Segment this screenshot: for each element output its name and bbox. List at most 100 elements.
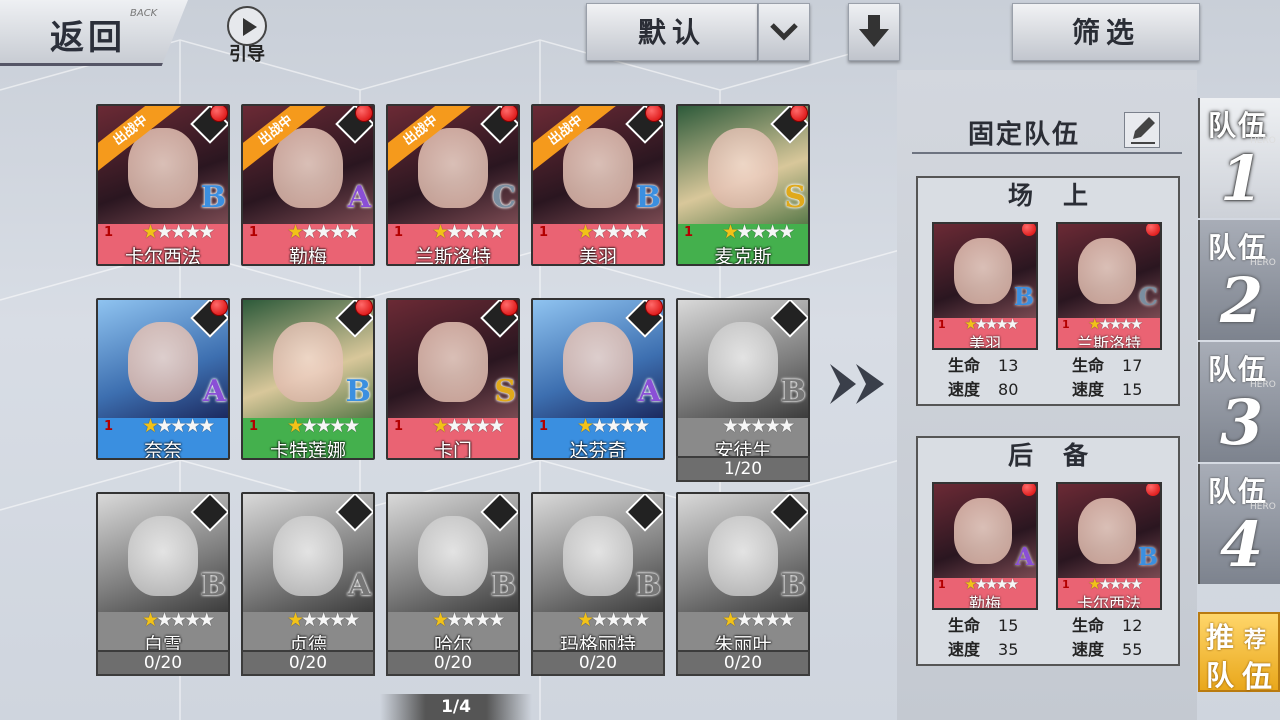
hero-face	[418, 516, 488, 596]
fragment-counter: 0/20	[531, 650, 665, 676]
hero-face	[1078, 238, 1136, 304]
hp-stat: 生命 12	[1072, 612, 1142, 636]
hero-card[interactable]: B ★★★★★ 安徒生	[676, 298, 810, 460]
hero-level: 1	[684, 225, 694, 240]
team-member-card[interactable]: B 1 ★★★★★ 卡尔西法	[1056, 482, 1162, 610]
recommend-char-2: 荐	[1244, 628, 1267, 653]
recommend-char-3: 队	[1206, 659, 1235, 692]
sort-order-button[interactable]	[848, 3, 900, 61]
hero-name: 奈奈	[143, 440, 182, 460]
hero-card[interactable]: 出战中 A 1 ★★★★★ 勒梅	[241, 104, 375, 266]
hero-card[interactable]: B ★★★★★ 白雪	[96, 492, 230, 654]
hero-info: 1 ★★★★★ 卡特莲娜	[243, 415, 373, 460]
star-rating: ★★★★★	[577, 415, 650, 437]
hero-card[interactable]: A 1 ★★★★★ 奈奈	[96, 298, 230, 460]
hero-name: 美羽	[578, 246, 617, 266]
notification-dot-icon	[645, 300, 663, 316]
hero-card[interactable]: B ★★★★★ 玛格丽特	[531, 492, 665, 654]
hero-face	[708, 128, 778, 208]
star-rating: ★★★★★	[142, 609, 215, 631]
hero-face	[273, 128, 343, 208]
speed-stat: 速度 55	[1072, 636, 1142, 660]
hp-stat: 生命 13	[948, 352, 1018, 376]
sort-dropdown-toggle[interactable]	[758, 3, 810, 61]
rank-badge: S	[784, 180, 806, 215]
hero-level: 1	[539, 225, 549, 240]
hero-info: 1 ★★★★★ 卡尔西法	[1058, 575, 1160, 610]
tab-team-3[interactable]: 队伍 HERO 3	[1198, 342, 1280, 462]
notification-dot-icon	[355, 300, 373, 316]
hero-card[interactable]: A ★★★★★ 贞德	[241, 492, 375, 654]
speed-stat: 速度 80	[948, 376, 1018, 400]
hero-card[interactable]: 出战中 B 1 ★★★★★ 美羽	[531, 104, 665, 266]
guide-button[interactable]: 引导	[222, 6, 272, 65]
hero-info: ★★★★★ 朱丽叶	[678, 609, 808, 652]
speed-label: 速度	[1072, 380, 1105, 399]
hero-card[interactable]: S 1 ★★★★★ 麦克斯	[676, 104, 810, 266]
hero-name: 麦克斯	[714, 246, 772, 266]
hp-label: 生命	[948, 356, 981, 375]
hero-name: 卡特莲娜	[269, 440, 346, 460]
hero-card[interactable]: 出战中 C 1 ★★★★★ 兰斯洛特	[386, 104, 520, 266]
star-rating: ★★★★★	[287, 415, 360, 437]
hero-name: 达芬奇	[569, 440, 627, 460]
hp-label: 生命	[1072, 356, 1105, 375]
speed-label: 速度	[1072, 640, 1105, 659]
rank-badge: B	[635, 180, 661, 215]
team-member-card[interactable]: A 1 ★★★★★ 勒梅	[932, 482, 1038, 610]
hp-label: 生命	[948, 616, 981, 635]
hero-name: 兰斯洛特	[414, 246, 491, 266]
hero-card[interactable]: B ★★★★★ 朱丽叶	[676, 492, 810, 654]
notification-dot-icon	[500, 300, 518, 316]
hero-face	[1078, 498, 1136, 564]
hero-name: 卡尔西法	[1076, 594, 1141, 610]
hero-info: ★★★★★ 贞德	[243, 609, 373, 652]
rank-badge: A	[637, 374, 661, 409]
hero-info: 1 ★★★★★ 美羽	[934, 315, 1036, 350]
rank-badge: B	[780, 374, 806, 409]
star-rating: ★★★★★	[142, 221, 215, 243]
hp-stat: 生命 15	[948, 612, 1018, 636]
fragment-counter: 0/20	[676, 650, 810, 676]
back-button[interactable]: 返回 BACK	[0, 0, 188, 66]
hero-face	[273, 322, 343, 402]
recommend-team-button[interactable]: 推 荐 队 伍	[1198, 612, 1280, 695]
hero-card[interactable]: A 1 ★★★★★ 达芬奇	[531, 298, 665, 460]
speed-stat: 速度 15	[1072, 376, 1142, 400]
speed-value: 55	[1122, 640, 1143, 659]
hero-face	[954, 238, 1012, 304]
speed-label: 速度	[948, 640, 981, 659]
star-rating: ★★★★★	[577, 221, 650, 243]
hero-card[interactable]: 出战中 B 1 ★★★★★ 卡尔西法	[96, 104, 230, 266]
hero-face	[128, 128, 198, 208]
tab-team-1[interactable]: 队伍 HERO 1	[1198, 98, 1280, 218]
rank-badge: A	[1015, 542, 1034, 571]
notification-dot-icon	[355, 106, 373, 122]
hero-card[interactable]: B 1 ★★★★★ 卡特莲娜	[241, 298, 375, 460]
speed-label: 速度	[948, 380, 981, 399]
filter-button[interactable]: 筛选	[1012, 3, 1200, 61]
star-rating: ★★★★★	[142, 415, 215, 437]
star-rating: ★★★★★	[722, 609, 795, 631]
tab-team-4[interactable]: 队伍 HERO 4	[1198, 464, 1280, 584]
hero-card[interactable]: B ★★★★★ 哈尔	[386, 492, 520, 654]
hero-face	[273, 516, 343, 596]
reserve-title: 后备	[1007, 441, 1118, 470]
hero-info: ★★★★★ 玛格丽特	[533, 609, 663, 652]
hero-name: 美羽	[968, 334, 1001, 350]
hero-card[interactable]: S 1 ★★★★★ 卡门	[386, 298, 520, 460]
hero-info: 1 ★★★★★ 兰斯洛特	[388, 221, 518, 266]
hero-level: 1	[104, 225, 114, 240]
rank-badge: B	[780, 568, 806, 603]
tab-number: 4	[1220, 508, 1264, 581]
team-member-card[interactable]: B 1 ★★★★★ 美羽	[932, 222, 1038, 350]
hero-info: 1 ★★★★★ 兰斯洛特	[1058, 315, 1160, 348]
hp-value: 13	[998, 356, 1019, 375]
star-rating: ★★★★★	[722, 415, 795, 437]
notification-dot-icon	[1146, 484, 1160, 496]
edit-team-button[interactable]	[1124, 112, 1160, 148]
team-member-card[interactable]: C 1 ★★★★★ 兰斯洛特	[1056, 222, 1162, 350]
hero-level: 1	[394, 225, 404, 240]
sort-dropdown[interactable]: 默认	[586, 3, 758, 61]
tab-team-2[interactable]: 队伍 HERO 2	[1198, 220, 1280, 340]
